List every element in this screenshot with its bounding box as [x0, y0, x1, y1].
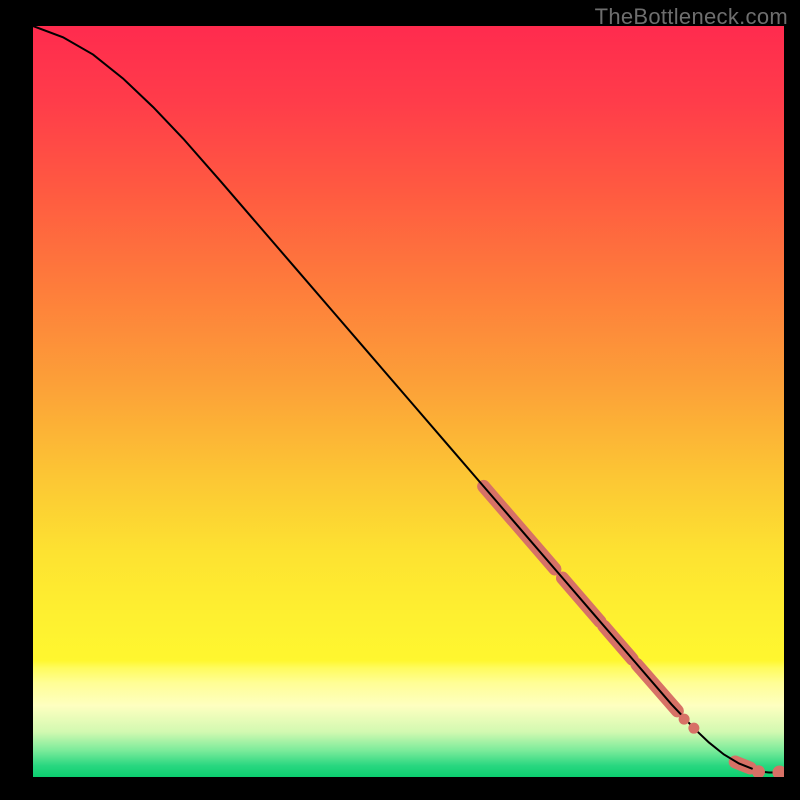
chart-svg: [33, 26, 784, 777]
gradient-background: [33, 26, 784, 777]
chart-stage: TheBottleneck.com: [0, 0, 800, 800]
watermark-text: TheBottleneck.com: [595, 4, 788, 30]
data-dot: [679, 714, 690, 725]
chart-plot-area: [33, 26, 784, 777]
data-dot: [688, 723, 699, 734]
